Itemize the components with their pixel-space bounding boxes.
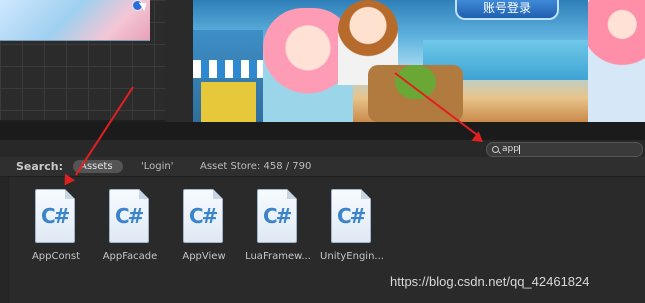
csharp-script-icon: C# <box>109 189 149 243</box>
game-view[interactable]: 账号登录 <box>193 0 645 122</box>
panel-separator <box>0 122 645 140</box>
csharp-icon-label: C# <box>189 204 218 228</box>
asset-item[interactable]: C# UnityEngin... <box>320 189 384 269</box>
csharp-icon-label: C# <box>115 204 144 228</box>
scene-image <box>0 0 150 41</box>
asset-item[interactable]: C# AppConst <box>26 189 86 269</box>
top-panels: 账号登录 <box>0 0 645 140</box>
folder-tree-edge <box>0 177 9 303</box>
search-input[interactable]: app <box>502 143 519 156</box>
csharp-script-icon: C# <box>331 189 371 243</box>
asset-item[interactable]: C# LuaFramew... <box>245 189 311 269</box>
asset-name: AppConst <box>31 251 81 262</box>
search-scope-login[interactable]: 'Login' <box>141 160 173 173</box>
asset-name: LuaFramew... <box>245 251 311 262</box>
csharp-icon-label: C# <box>41 204 70 228</box>
project-search-field[interactable]: app <box>486 142 643 157</box>
csharp-script-icon: C# <box>257 189 297 243</box>
game-awning <box>193 60 263 78</box>
search-scope-asset-store[interactable]: Asset Store: 458 / 790 <box>200 160 311 173</box>
search-label: Search: <box>16 160 63 173</box>
asset-item[interactable]: C# AppView <box>174 189 234 269</box>
csharp-script-icon: C# <box>35 189 75 243</box>
csharp-script-icon: C# <box>183 189 223 243</box>
panel-divider[interactable] <box>165 0 193 140</box>
search-icon <box>492 146 499 153</box>
asset-name: UnityEngin... <box>320 251 384 262</box>
unity-editor-window: 账号登录 app Search: Assets 'Login' Asset St… <box>0 0 645 303</box>
watermark: https://blog.csdn.net/qq_42461824 <box>390 274 590 289</box>
asset-name: AppFacade <box>102 251 158 262</box>
csharp-icon-label: C# <box>263 204 292 228</box>
scene-view[interactable] <box>0 0 165 120</box>
text-caret <box>519 145 520 154</box>
asset-name: AppView <box>182 251 226 262</box>
asset-item[interactable]: C# AppFacade <box>100 189 160 269</box>
game-yellow-sign <box>201 82 256 122</box>
csharp-icon-label: C# <box>337 204 366 228</box>
game-character-right <box>588 0 645 122</box>
account-login-button[interactable]: 账号登录 <box>455 0 559 20</box>
search-filter-bar: Search: Assets 'Login' Asset Store: 458 … <box>0 157 645 177</box>
